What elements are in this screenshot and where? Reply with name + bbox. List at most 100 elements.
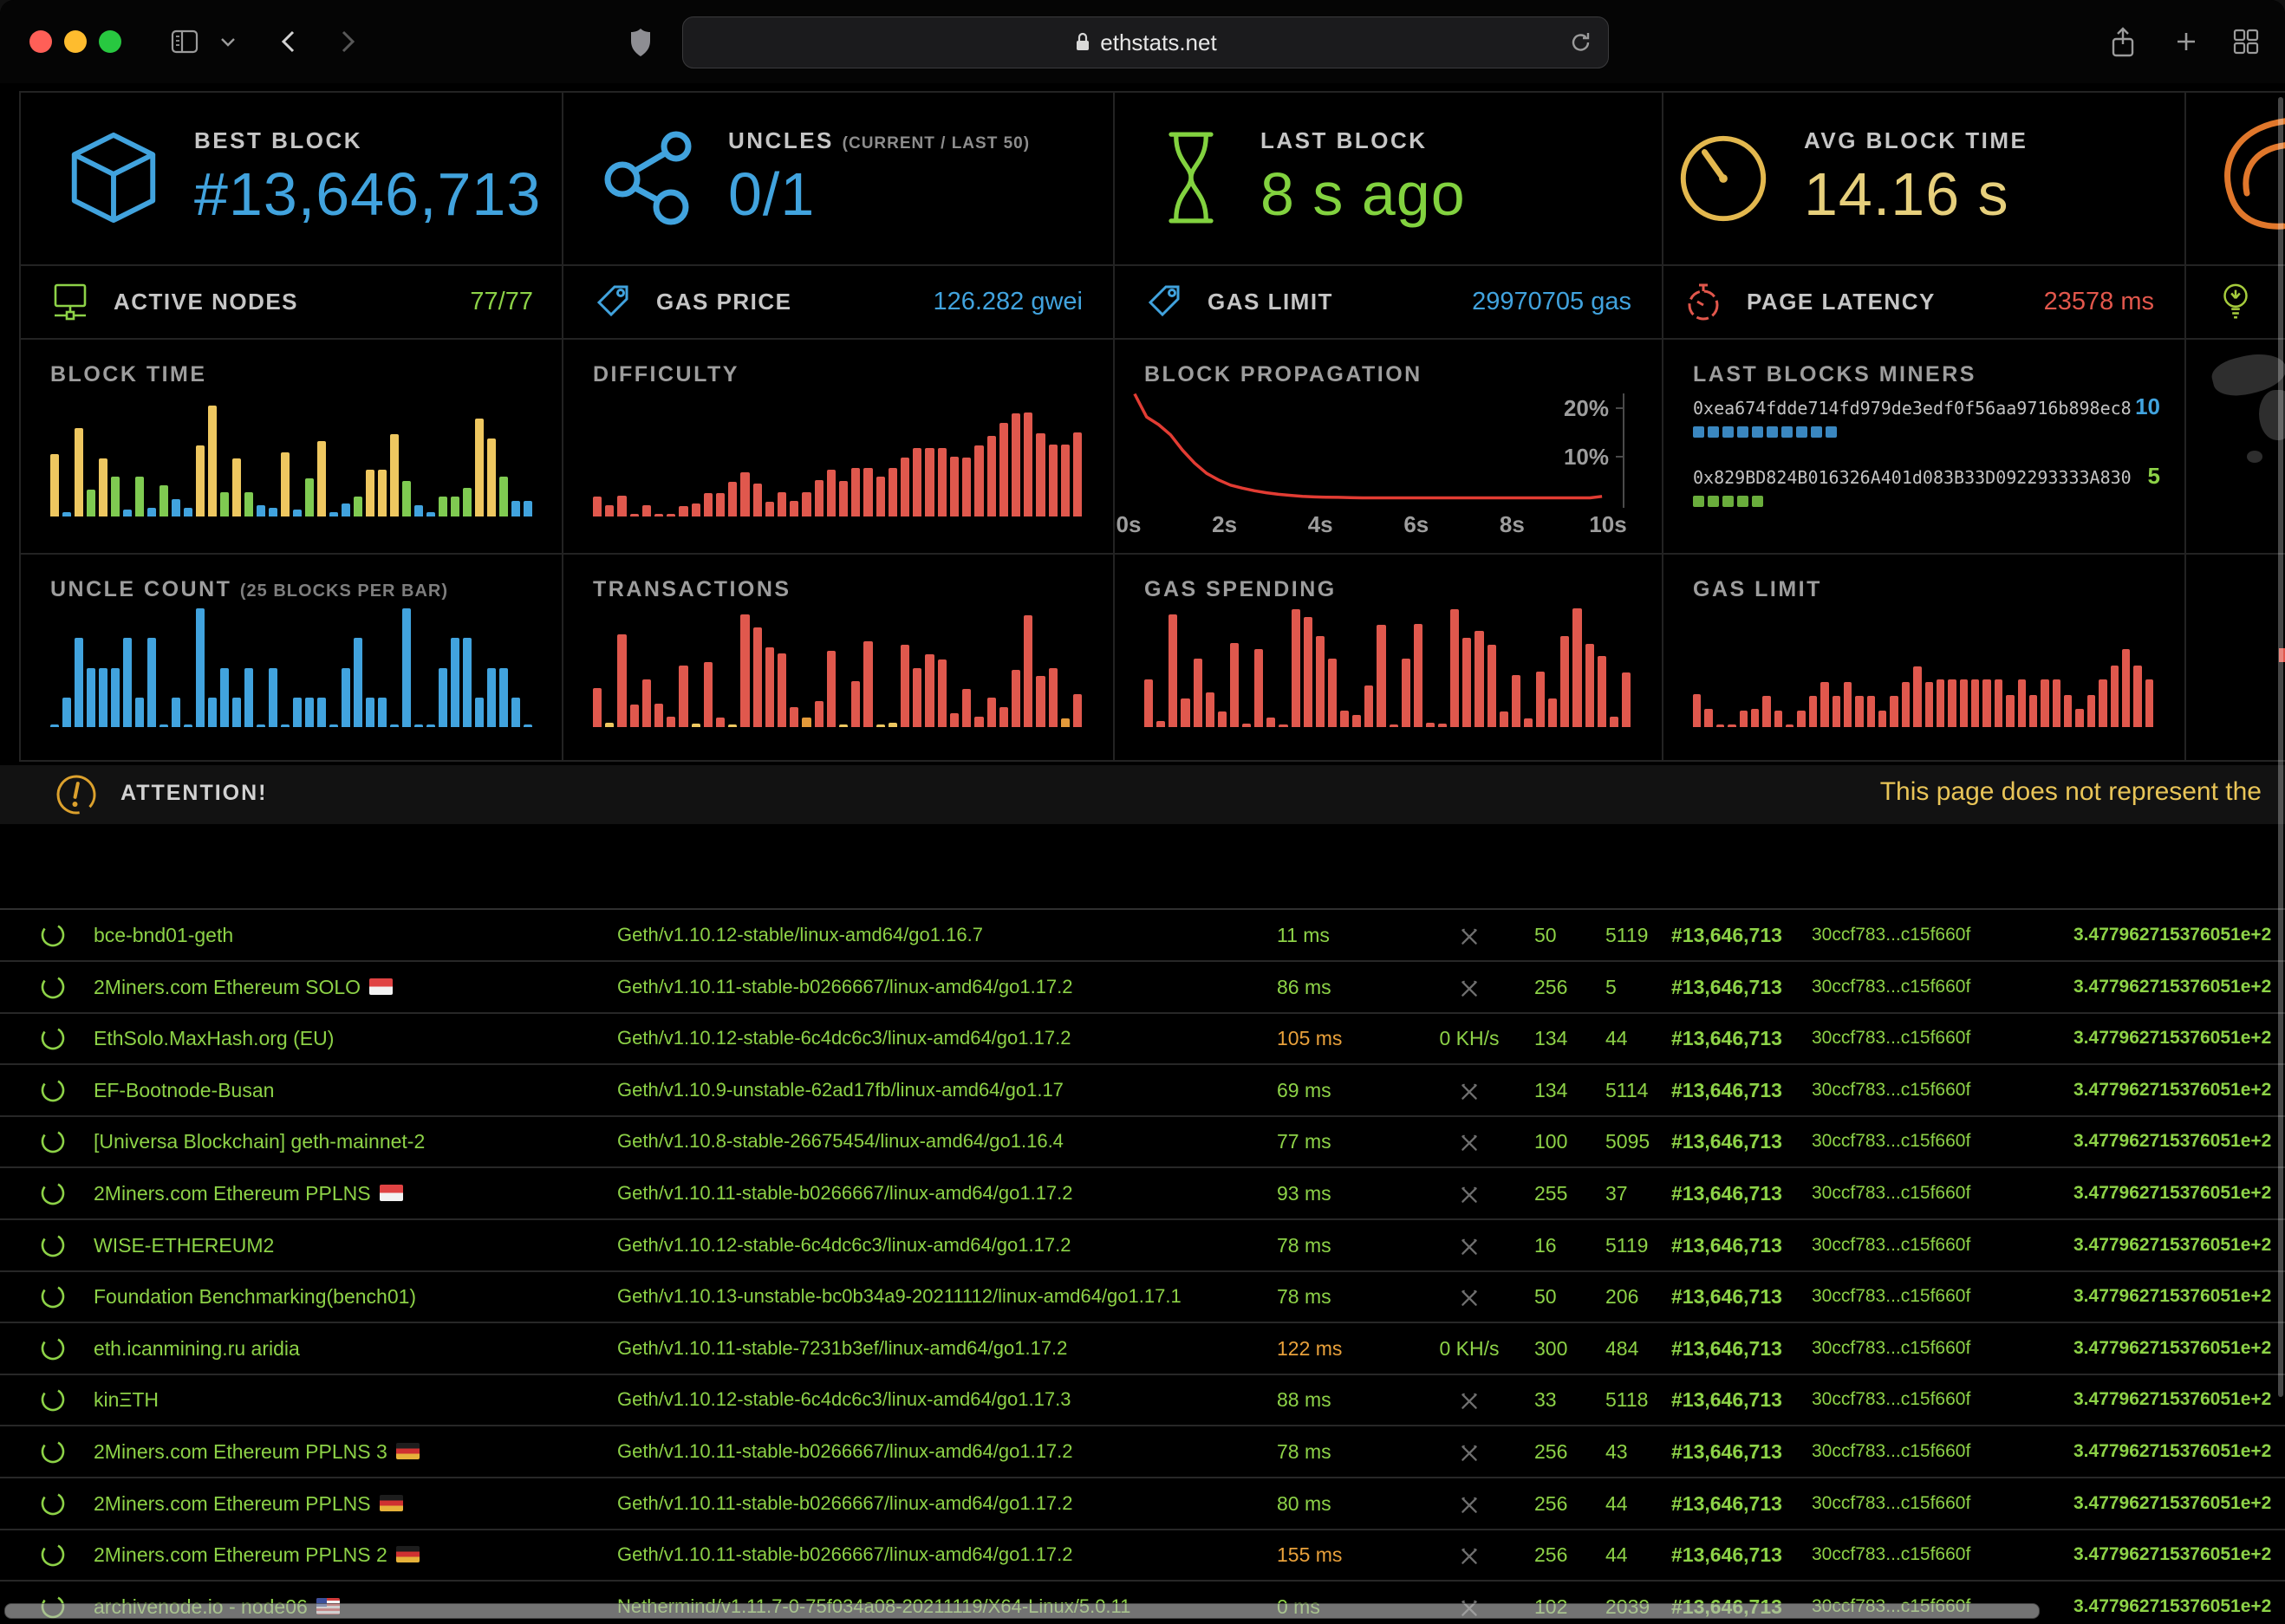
chart-bar xyxy=(1536,672,1545,727)
pending-count: 5119 xyxy=(1605,910,1648,960)
chart-bar xyxy=(1960,679,1968,727)
zoom-button[interactable] xyxy=(99,30,121,53)
node-name[interactable]: WISE-ETHEREUM2 xyxy=(94,1220,274,1270)
gas-price-tag-icon xyxy=(592,282,634,323)
block-number[interactable]: #13,646,713 xyxy=(1671,1478,1782,1529)
block-hash[interactable]: 30ccf783...c15f660f xyxy=(1812,1065,1970,1115)
node-name[interactable]: 2Miners.com Ethereum PPLNS xyxy=(94,1168,403,1218)
reload-icon[interactable] xyxy=(1568,29,1594,55)
node-name[interactable]: [Universa Blockchain] geth-mainnet-2 xyxy=(94,1116,425,1166)
latency-value: 69 ms xyxy=(1277,1065,1331,1115)
block-hash[interactable]: 30ccf783...c15f660f xyxy=(1812,1374,1970,1425)
node-name[interactable]: 2Miners.com Ethereum PPLNS 3 xyxy=(94,1426,420,1477)
client-version: Geth/v1.10.12-stable-6c4dc6c3/linux-amd6… xyxy=(617,1220,1071,1270)
tab-overview-icon[interactable] xyxy=(2231,27,2261,56)
node-name[interactable]: 2Miners.com Ethereum SOLO xyxy=(94,962,393,1012)
chart-bar xyxy=(451,638,459,727)
block-hash[interactable]: 30ccf783...c15f660f xyxy=(1812,962,1970,1012)
node-name[interactable]: 2Miners.com Ethereum PPLNS xyxy=(94,1478,403,1529)
node-name[interactable]: 2Miners.com Ethereum PPLNS 2 xyxy=(94,1530,420,1580)
block-number[interactable]: #13,646,713 xyxy=(1671,1323,1782,1374)
peers-count: 134 xyxy=(1534,1013,1567,1063)
forward-button-icon[interactable] xyxy=(335,27,361,56)
block-hash[interactable]: 30ccf783...c15f660f xyxy=(1812,1168,1970,1218)
sidebar-toggle-icon[interactable] xyxy=(170,27,201,56)
close-button[interactable] xyxy=(29,30,52,53)
block-number[interactable]: #13,646,713 xyxy=(1671,962,1782,1012)
minimize-button[interactable] xyxy=(64,30,87,53)
chart-bar xyxy=(778,492,786,516)
node-name[interactable]: eth.icanmining.ru aridia xyxy=(94,1323,300,1374)
node-name[interactable]: Foundation Benchmarking(bench01) xyxy=(94,1271,416,1322)
table-row: bce-bnd01-gethGeth/v1.10.12-stable/linux… xyxy=(0,910,2285,962)
chart-bar xyxy=(62,512,71,516)
block-number[interactable]: #13,646,713 xyxy=(1671,1065,1782,1115)
chart-bar xyxy=(2087,695,2095,727)
node-name[interactable]: bce-bnd01-geth xyxy=(94,910,233,960)
chart-bar xyxy=(426,724,435,727)
block-hash[interactable]: 30ccf783...c15f660f xyxy=(1812,1478,1970,1529)
chart-bar xyxy=(1488,645,1496,727)
block-number[interactable]: #13,646,713 xyxy=(1671,1374,1782,1425)
block-hash[interactable]: 30ccf783...c15f660f xyxy=(1812,1116,1970,1166)
chart-bar xyxy=(1024,412,1032,516)
block-number[interactable]: #13,646,713 xyxy=(1671,1271,1782,1322)
chart-bar xyxy=(1995,679,2002,727)
privacy-shield-icon[interactable] xyxy=(628,27,654,58)
back-button-icon[interactable] xyxy=(276,27,302,56)
flag-sg-icon xyxy=(369,978,393,995)
new-tab-icon[interactable] xyxy=(2172,27,2200,56)
not-mining-icon xyxy=(1458,1494,1481,1517)
block-hash[interactable]: 30ccf783...c15f660f xyxy=(1812,1013,1970,1063)
horizontal-scrollbar[interactable] xyxy=(4,1603,2040,1619)
chart-bar xyxy=(925,448,934,516)
block-square xyxy=(1752,496,1763,507)
share-icon[interactable] xyxy=(2108,27,2138,60)
miner-address[interactable]: 0xea674fdde714fd979de3edf0f56aa9716b898e… xyxy=(1693,398,2132,419)
chevron-down-icon[interactable] xyxy=(218,36,238,49)
block-number[interactable]: #13,646,713 xyxy=(1671,1426,1782,1477)
block-square xyxy=(1737,426,1748,438)
block-number[interactable]: #13,646,713 xyxy=(1671,1220,1782,1270)
chart-bar xyxy=(679,506,687,516)
address-bar[interactable]: ethstats.net xyxy=(682,16,1609,68)
block-number[interactable]: #13,646,713 xyxy=(1671,1116,1782,1166)
block-number[interactable]: #13,646,713 xyxy=(1671,1013,1782,1063)
chart-bar xyxy=(463,638,472,727)
block-hash[interactable]: 30ccf783...c15f660f xyxy=(1812,1220,1970,1270)
client-version: Geth/v1.10.12-stable-6c4dc6c3/linux-amd6… xyxy=(617,1374,1071,1425)
flag-de-icon xyxy=(396,1443,420,1459)
block-hash[interactable]: 30ccf783...c15f660f xyxy=(1812,1530,1970,1580)
block-number[interactable]: #13,646,713 xyxy=(1671,910,1782,960)
block-number[interactable]: #13,646,713 xyxy=(1671,1168,1782,1218)
table-row: eth.icanmining.ru aridiaGeth/v1.10.11-st… xyxy=(0,1323,2285,1375)
block-number[interactable]: #13,646,713 xyxy=(1671,1530,1782,1580)
chart-bar xyxy=(716,718,725,727)
table-row: 2Miners.com Ethereum SOLOGeth/v1.10.11-s… xyxy=(0,962,2285,1014)
chart-bar xyxy=(1181,698,1189,727)
chart-bar xyxy=(839,481,848,516)
node-name[interactable]: EF-Bootnode-Busan xyxy=(94,1065,274,1115)
chart-bar xyxy=(281,452,290,516)
substat-label: ACTIVE NODES xyxy=(114,289,298,315)
miner-address[interactable]: 0x829BD824B016326A401d083B33D092293333A8… xyxy=(1693,467,2132,488)
chart-bar xyxy=(159,724,168,727)
node-name[interactable]: EthSolo.MaxHash.org (EU) xyxy=(94,1013,334,1063)
panel-gas-spending: GAS SPENDING xyxy=(1115,555,1660,760)
chart-bar xyxy=(305,698,314,727)
node-name[interactable]: kinΞTH xyxy=(94,1374,159,1425)
chart-bar xyxy=(1560,636,1569,727)
block-hash[interactable]: 30ccf783...c15f660f xyxy=(1812,1271,1970,1322)
block-hash[interactable]: 30ccf783...c15f660f xyxy=(1812,1323,1970,1374)
block-hash[interactable]: 30ccf783...c15f660f xyxy=(1812,910,1970,960)
not-mining-icon xyxy=(1458,1081,1481,1103)
flag-de-icon xyxy=(396,1546,420,1562)
chart-bar xyxy=(778,653,786,727)
chart-bar xyxy=(1913,666,1921,727)
mining-status xyxy=(1429,1530,1510,1580)
peers-count: 300 xyxy=(1534,1323,1567,1374)
vertical-scrollbar[interactable] xyxy=(2278,97,2283,1397)
attention-message: This page does not represent the xyxy=(1880,777,2262,807)
miner-block-squares xyxy=(1693,496,2160,511)
block-hash[interactable]: 30ccf783...c15f660f xyxy=(1812,1426,1970,1477)
